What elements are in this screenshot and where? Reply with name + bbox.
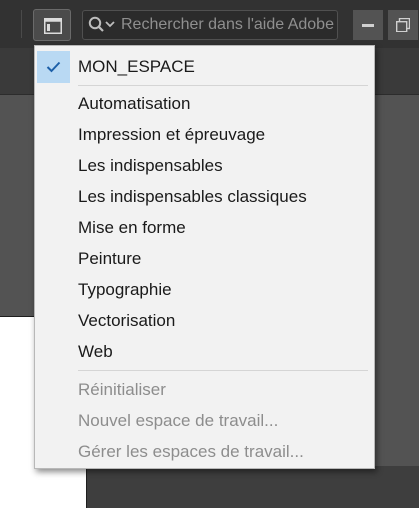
- menu-item-vectorisation[interactable]: Vectorisation: [35, 305, 374, 336]
- menu-divider: [78, 85, 368, 86]
- toolbar-divider: [21, 10, 22, 38]
- menu-item-label: MON_ESPACE: [78, 57, 195, 76]
- help-search-box[interactable]: [82, 10, 338, 40]
- workspace-menu: MON_ESPACE Automatisation Impression et …: [34, 45, 375, 469]
- restore-icon[interactable]: [388, 10, 418, 40]
- menu-item-mon-espace[interactable]: MON_ESPACE: [35, 50, 374, 84]
- menu-item-gerer-espaces: Gérer les espaces de travail...: [35, 436, 374, 467]
- menu-item-mise-en-forme[interactable]: Mise en forme: [35, 212, 374, 243]
- menu-item-reinitialiser: Réinitialiser: [35, 374, 374, 405]
- menu-item-label: Peinture: [78, 248, 142, 268]
- menu-item-typographie[interactable]: Typographie: [35, 274, 374, 305]
- menu-item-label: Vectorisation: [78, 310, 176, 330]
- menu-item-indispensables[interactable]: Les indispensables: [35, 150, 374, 181]
- menu-item-label: Automatisation: [78, 93, 191, 113]
- menu-divider: [78, 370, 368, 371]
- workspace-layout-icon: [44, 18, 62, 34]
- menu-item-label: Typographie: [78, 279, 172, 299]
- menu-item-label: Nouvel espace de travail...: [78, 410, 279, 430]
- menu-item-impression-epreuvage[interactable]: Impression et épreuvage: [35, 119, 374, 150]
- menu-item-label: Réinitialiser: [78, 379, 166, 399]
- menu-item-web[interactable]: Web: [35, 336, 374, 367]
- menu-item-indispensables-classiques[interactable]: Les indispensables classiques: [35, 181, 374, 212]
- menu-item-automatisation[interactable]: Automatisation: [35, 88, 374, 119]
- bottom-panel: [87, 466, 419, 508]
- menu-item-peinture[interactable]: Peinture: [35, 243, 374, 274]
- minimize-icon[interactable]: [353, 10, 383, 40]
- menu-item-nouvel-espace: Nouvel espace de travail...: [35, 405, 374, 436]
- help-search-input[interactable]: [117, 16, 337, 34]
- menu-item-label: Les indispensables classiques: [78, 186, 307, 206]
- checkmark-icon: [46, 61, 61, 73]
- search-dropdown-icon[interactable]: [87, 16, 117, 34]
- workspace-switcher-button[interactable]: [33, 9, 71, 41]
- menu-item-label: Mise en forme: [78, 217, 186, 237]
- application-bar: [0, 0, 419, 48]
- menu-item-label: Web: [78, 341, 113, 361]
- selected-indicator: [37, 51, 70, 83]
- menu-item-label: Gérer les espaces de travail...: [78, 441, 304, 461]
- menu-item-label: Impression et épreuvage: [78, 124, 266, 144]
- menu-item-label: Les indispensables: [78, 155, 223, 175]
